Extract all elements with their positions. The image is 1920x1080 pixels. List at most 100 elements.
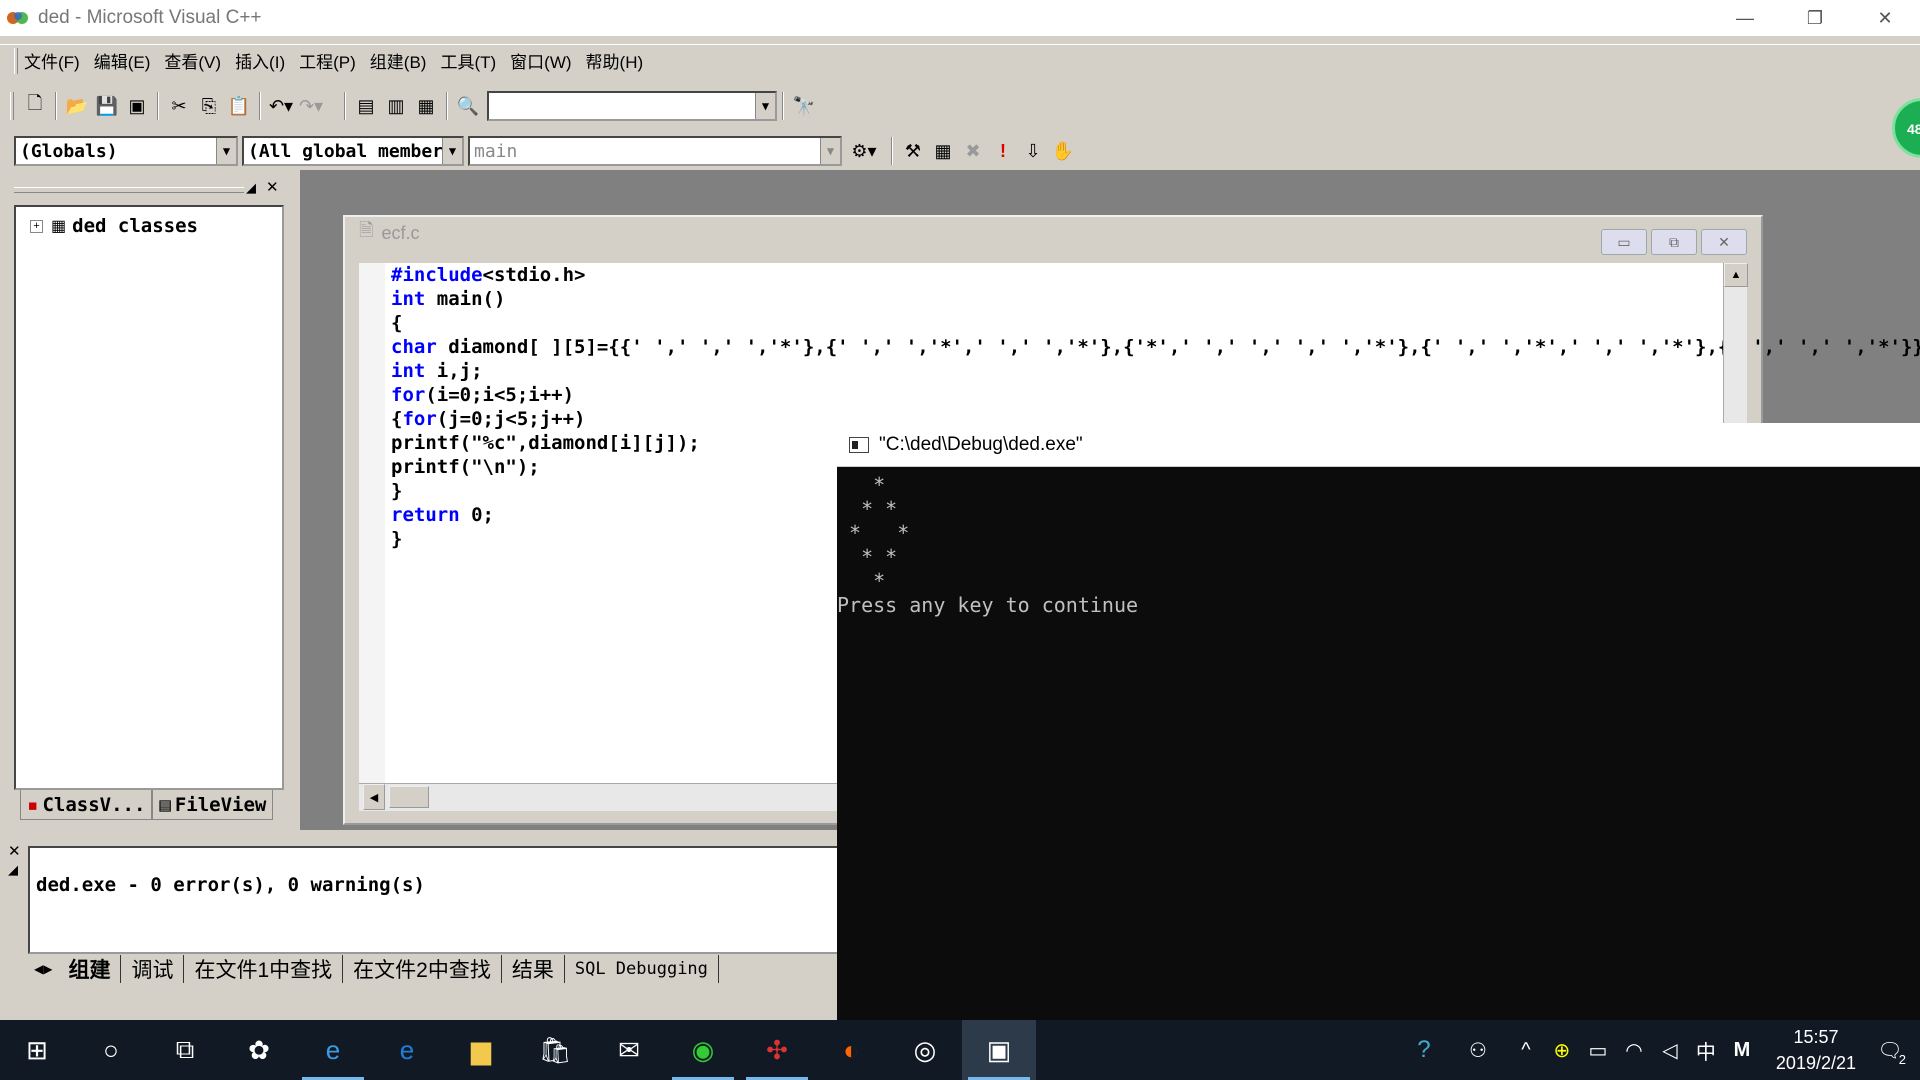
cut-icon[interactable]: ✂	[164, 91, 194, 121]
console-app-icon[interactable]: ▣	[962, 1020, 1036, 1080]
redo-icon[interactable]: ↷▾	[296, 91, 326, 121]
build-result-message: ded.exe - 0 error(s), 0 warning(s)	[36, 874, 425, 896]
clock[interactable]: 15:57 2019/2/21	[1776, 1024, 1856, 1076]
dock-icon[interactable]: ◢	[246, 180, 256, 196]
find-combo[interactable]: ▼	[487, 91, 777, 121]
chevron-down-icon[interactable]: ▼	[216, 138, 236, 164]
drag-bar[interactable]	[14, 187, 244, 193]
breakpoint-icon[interactable]: ✋	[1048, 136, 1078, 166]
close-icon[interactable]: ✕	[8, 842, 21, 860]
tab-debug[interactable]: 调试	[121, 955, 185, 983]
expand-icon[interactable]: +	[30, 219, 43, 233]
code-line: char diamond[ ][5]={{' ',' ',' ','*'},{'…	[391, 336, 1920, 358]
close-icon[interactable]: ✕	[266, 178, 279, 196]
file-explorer-icon[interactable]: ▆	[444, 1020, 518, 1080]
function-value: main	[474, 140, 518, 162]
toolbar-grip[interactable]	[14, 47, 18, 74]
chevron-up-icon[interactable]: ^	[1508, 1039, 1544, 1062]
separator	[157, 92, 159, 120]
chevron-down-icon[interactable]: ▼	[442, 138, 462, 164]
console-window[interactable]: "C:\ded\Debug\ded.exe" * * * * * * * * P…	[837, 423, 1920, 1020]
tab-find2[interactable]: 在文件2中查找	[343, 955, 502, 983]
find-icon[interactable]: 🔭	[789, 91, 819, 121]
scroll-up-icon[interactable]: ▲	[1724, 263, 1748, 287]
build-icon[interactable]: ▦	[928, 136, 958, 166]
tab-scroll-left-icon[interactable]: ◀▶	[28, 962, 58, 976]
undo-icon[interactable]: ↶▾	[266, 91, 296, 121]
copy-icon[interactable]: ⎘	[194, 91, 224, 121]
editor-maximize-button[interactable]: ⧉	[1651, 229, 1697, 255]
wifi-icon[interactable]: ◠	[1616, 1038, 1652, 1063]
execute-icon[interactable]: !	[988, 136, 1018, 166]
ime-indicator[interactable]: 中	[1688, 1036, 1724, 1065]
firefox-icon[interactable]: ◐	[814, 1020, 888, 1080]
output-icon[interactable]: ▥	[381, 91, 411, 121]
restore-button[interactable]: ❐	[1780, 0, 1850, 36]
wizard-bar: (Globals) ▼ (All global members ▼ main ▼…	[0, 132, 1920, 170]
mail-icon[interactable]: ✉	[592, 1020, 666, 1080]
wizard-action-icon[interactable]: ⚙▾	[842, 136, 886, 166]
people-icon[interactable]: ⚇	[1460, 1038, 1496, 1063]
scroll-thumb[interactable]	[389, 786, 429, 808]
input-mode-icon[interactable]: M	[1724, 1039, 1760, 1062]
close-button[interactable]: ✕	[1850, 0, 1920, 36]
class-view-pane: + ▦ ded classes	[14, 205, 284, 790]
members-combo[interactable]: (All global members ▼	[242, 136, 464, 166]
code-line: #include<stdio.h>	[391, 264, 586, 286]
editor-close-button[interactable]: ✕	[1701, 229, 1747, 255]
save-icon[interactable]: 💾	[92, 91, 122, 121]
separator	[259, 92, 261, 120]
menu-file[interactable]: 文件(F)	[24, 48, 80, 73]
go-icon[interactable]: ⇩	[1018, 136, 1048, 166]
window-list-icon[interactable]: ▦	[411, 91, 441, 121]
minimize-button[interactable]: —	[1710, 0, 1780, 36]
tab-results[interactable]: 结果	[502, 955, 565, 983]
store-icon[interactable]: 🛍	[518, 1020, 592, 1080]
menu-insert[interactable]: 插入(I)	[235, 48, 285, 73]
scope-combo[interactable]: (Globals) ▼	[14, 136, 238, 166]
notification-icon[interactable]: 🗨 2	[1872, 1038, 1908, 1067]
toolbar-grip[interactable]	[10, 92, 14, 120]
menu-build[interactable]: 组建(B)	[370, 48, 427, 73]
new-file-icon[interactable]: 🗋	[20, 91, 50, 121]
menu-view[interactable]: 查看(V)	[164, 48, 221, 73]
tree-root[interactable]: + ▦ ded classes	[30, 215, 198, 237]
paste-icon[interactable]: 📋	[224, 91, 254, 121]
edge-icon[interactable]: e	[370, 1020, 444, 1080]
find-in-files-icon[interactable]: 🔍	[453, 91, 483, 121]
task-view-icon[interactable]: ⧉	[148, 1020, 222, 1080]
taskbar: ⊞ ○ ⧉ ✿ e e ▆ 🛍 ✉ ◉ ✣ ◐ ◎ ▣ ? ⚇ ^ ⊕ ▭ ◠ …	[0, 1020, 1920, 1080]
chevron-down-icon[interactable]: ▼	[755, 93, 775, 119]
compile-icon[interactable]: ⚒	[898, 136, 928, 166]
tab-sql-debugging[interactable]: SQL Debugging	[565, 955, 719, 983]
cortana-icon[interactable]: ○	[74, 1020, 148, 1080]
stop-build-icon[interactable]: ✖	[958, 136, 988, 166]
menu-window[interactable]: 窗口(W)	[510, 48, 571, 73]
editor-minimize-button[interactable]: ▭	[1601, 229, 1647, 255]
tab-build[interactable]: 组建	[58, 955, 122, 983]
app-icon[interactable]: ✿	[222, 1020, 296, 1080]
function-combo[interactable]: main ▼	[468, 136, 842, 166]
battery-icon[interactable]: ▭	[1580, 1038, 1616, 1063]
help-icon[interactable]: ?	[1406, 1036, 1442, 1064]
tab-fileview[interactable]: ▤ FileView	[152, 790, 274, 820]
open-folder-icon[interactable]: 📂	[62, 91, 92, 121]
menu-tools[interactable]: 工具(T)	[440, 48, 496, 73]
save-all-icon[interactable]: ▣	[122, 91, 152, 121]
start-icon[interactable]: ⊞	[0, 1020, 74, 1080]
tab-find1[interactable]: 在文件1中查找	[184, 955, 344, 983]
volume-icon[interactable]: ◁	[1652, 1038, 1688, 1063]
chevron-down-icon[interactable]: ▼	[820, 138, 840, 164]
workspace-icon[interactable]: ▤	[351, 91, 381, 121]
ie-icon[interactable]: e	[296, 1020, 370, 1080]
scroll-left-icon[interactable]: ◀	[363, 784, 385, 810]
menu-edit[interactable]: 编辑(E)	[94, 48, 151, 73]
browser-icon[interactable]: ◉	[666, 1020, 740, 1080]
menu-help[interactable]: 帮助(H)	[586, 48, 644, 73]
tray-app-icon[interactable]: ⊕	[1544, 1038, 1580, 1063]
vc-icon[interactable]: ✣	[740, 1020, 814, 1080]
network-app-icon[interactable]: ◎	[888, 1020, 962, 1080]
tab-classview[interactable]: ▪ ClassV...	[20, 790, 153, 820]
dock-icon[interactable]: ◢	[8, 862, 18, 878]
menu-project[interactable]: 工程(P)	[299, 48, 356, 73]
